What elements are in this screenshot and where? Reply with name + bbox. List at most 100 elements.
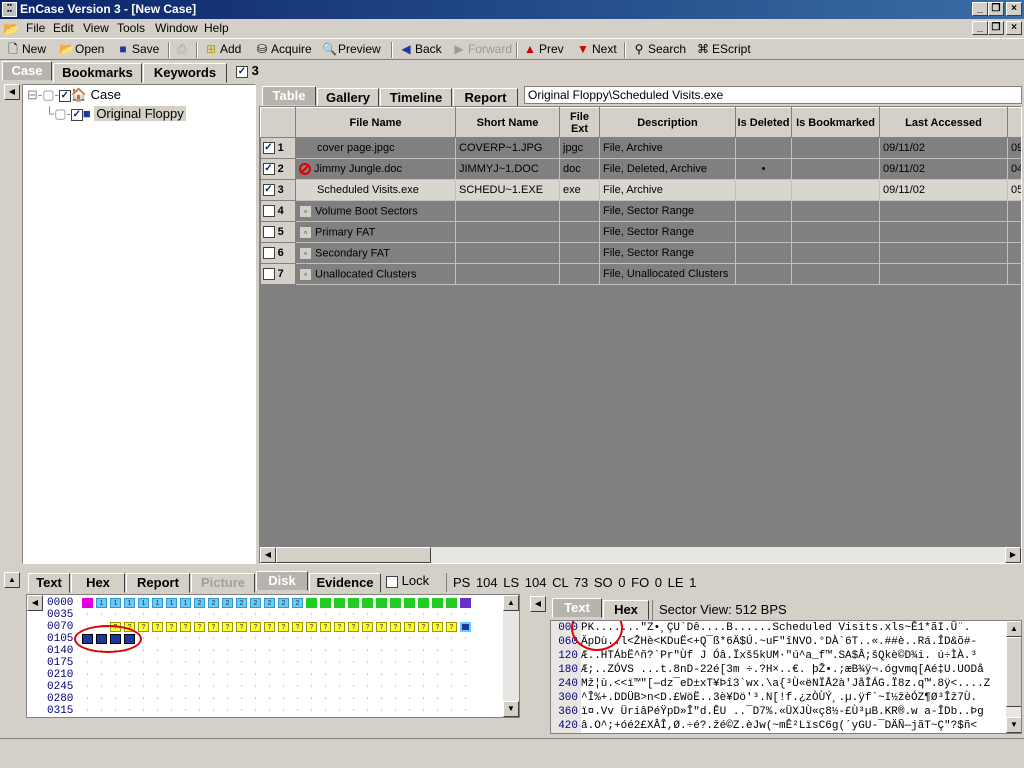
disk-cluster-cell[interactable]: · [278, 694, 289, 704]
menu-file[interactable]: File [26, 21, 45, 35]
disk-cluster-cell[interactable]: · [334, 706, 345, 716]
disk-cluster-cell[interactable] [390, 598, 401, 608]
disk-cluster-cell[interactable]: ? [376, 622, 387, 632]
disk-cluster-cell[interactable]: · [320, 646, 331, 656]
disk-cluster-cell[interactable]: · [292, 682, 303, 692]
disk-cluster-cell[interactable]: · [194, 706, 205, 716]
disk-cluster-cell[interactable]: · [222, 658, 233, 668]
disk-cluster-cell[interactable]: · [138, 694, 149, 704]
disk-cluster-cell[interactable]: ? [390, 622, 401, 632]
disk-cluster-cell[interactable]: 1 [110, 598, 121, 608]
text-v-scrollbar[interactable]: ▲ ▼ [1006, 621, 1021, 733]
disk-cluster-cell[interactable]: · [82, 670, 93, 680]
disk-cluster-cell[interactable]: · [306, 646, 317, 656]
disk-cluster-cell[interactable]: · [446, 634, 457, 644]
checkbox-icon[interactable] [386, 575, 398, 588]
disk-cluster-cell[interactable]: · [208, 610, 219, 620]
disk-cluster-cell[interactable]: · [110, 706, 121, 716]
next-button[interactable]: ▼ Next [576, 42, 617, 56]
disk-cluster-cell[interactable]: · [432, 610, 443, 620]
disk-cluster-cell[interactable]: · [334, 658, 345, 668]
disk-cluster-cell[interactable]: · [292, 634, 303, 644]
disk-cluster-cell[interactable]: 1 [166, 598, 177, 608]
disk-cluster-cell[interactable]: · [334, 610, 345, 620]
checkbox-icon[interactable]: ✓ [262, 184, 275, 197]
checkbox-icon[interactable] [262, 268, 275, 281]
menu-window[interactable]: Window [155, 21, 198, 35]
disk-cluster-cell[interactable]: · [208, 634, 219, 644]
disk-cluster-cell[interactable]: ? [278, 622, 289, 632]
disk-cluster-cell[interactable]: · [348, 706, 359, 716]
disk-cluster-cell[interactable]: · [208, 682, 219, 692]
tab-gallery[interactable]: Gallery [317, 88, 379, 108]
disk-cluster-cell[interactable]: · [152, 682, 163, 692]
text-view-line[interactable]: 420 â.O^;+óé2£XÂÎ,Ø.÷é?.žé©Z.èJw(~mÊ²LïsC… [551, 719, 977, 733]
disk-cluster-cell[interactable]: · [460, 658, 471, 668]
checkbox-icon[interactable]: ✓ [58, 89, 71, 102]
tab-evidence[interactable]: Evidence [309, 573, 381, 593]
disk-cluster-cell[interactable]: 2 [292, 598, 303, 608]
disk-cluster-cell[interactable]: · [264, 682, 275, 692]
disk-cluster-cell[interactable]: · [334, 694, 345, 704]
table-row[interactable]: ✓ 1 cover page.jpgc COVERP~1.JPG jpgc File, … [260, 137, 1021, 159]
text-view-line[interactable]: 120 Æ..HTÁbË^ñ?`Pr"Ùf J Óâ.Ïxš5kUM·"ú^a_f… [551, 649, 977, 663]
disk-cluster-cell[interactable]: · [362, 610, 373, 620]
disk-cluster-cell[interactable]: · [320, 694, 331, 704]
disk-cluster-cell[interactable]: · [418, 610, 429, 620]
disk-cluster-cell[interactable]: · [138, 646, 149, 656]
disk-cluster-cell[interactable]: · [460, 706, 471, 716]
disk-cluster-cell[interactable]: · [82, 658, 93, 668]
disk-cluster-cell[interactable]: · [236, 706, 247, 716]
disk-cluster-cell[interactable]: · [96, 682, 107, 692]
disk-cluster-cell[interactable]: · [138, 610, 149, 620]
disk-cluster-cell[interactable]: 2 [278, 598, 289, 608]
disk-cluster-cell[interactable]: · [306, 706, 317, 716]
disk-cluster-cell[interactable]: 2 [194, 598, 205, 608]
disk-cluster-cell[interactable]: · [166, 682, 177, 692]
maximize-button[interactable]: ❐ [988, 2, 1004, 16]
text-scroll-up-button[interactable]: ▲ [1006, 621, 1021, 637]
disk-cluster-cell[interactable]: · [446, 670, 457, 680]
disk-cluster-cell[interactable]: · [250, 658, 261, 668]
disk-cluster-cell[interactable]: · [334, 682, 345, 692]
disk-cluster-cell[interactable]: · [180, 694, 191, 704]
disk-cluster-cell[interactable]: · [376, 646, 387, 656]
tree-node-case[interactable]: ⊟-▢- ✓ 🏠 Case [27, 87, 121, 103]
disk-cluster-cell[interactable]: · [362, 670, 373, 680]
disk-cluster-cell[interactable]: · [404, 706, 415, 716]
child-close-button[interactable]: × [1006, 21, 1022, 35]
disk-cluster-cell[interactable]: · [194, 670, 205, 680]
disk-cluster-cell[interactable]: · [446, 646, 457, 656]
disk-cluster-cell[interactable]: · [236, 694, 247, 704]
disk-cluster-cell[interactable]: · [180, 658, 191, 668]
disk-cluster-cell[interactable]: 2 [250, 598, 261, 608]
disk-cluster-cell[interactable]: · [418, 670, 429, 680]
disk-cluster-cell[interactable]: 1 [180, 598, 191, 608]
disk-cluster-cell[interactable]: · [362, 634, 373, 644]
disk-cluster-cell[interactable]: · [138, 682, 149, 692]
disk-cluster-cell[interactable]: · [404, 634, 415, 644]
disk-cluster-cell[interactable]: · [138, 658, 149, 668]
disk-cluster-cell[interactable]: 2 [222, 598, 233, 608]
scroll-left-button[interactable]: ◀ [260, 547, 276, 563]
table-row[interactable]: 5 ▫ Primary FAT File, Sector Range [260, 221, 1021, 243]
preview-button[interactable]: 🔍 Preview [322, 42, 381, 56]
disk-cluster-cell[interactable]: ? [292, 622, 303, 632]
disk-cluster-cell[interactable]: · [208, 694, 219, 704]
disk-scroll-up-button[interactable]: ▲ [503, 595, 519, 611]
disk-cluster-cell[interactable]: · [320, 658, 331, 668]
disk-cluster-cell[interactable]: · [432, 706, 443, 716]
tab-hex[interactable]: Hex [71, 573, 125, 593]
disk-cluster-cell[interactable]: · [236, 646, 247, 656]
disk-cluster-cell[interactable]: · [362, 658, 373, 668]
minimize-button[interactable]: _ [972, 2, 988, 16]
disk-cluster-cell[interactable]: ? [166, 622, 177, 632]
row-number-cell[interactable]: ✓ 1 [260, 137, 296, 159]
disk-cluster-cell[interactable]: · [264, 646, 275, 656]
menu-help[interactable]: Help [204, 21, 229, 35]
disk-cluster-cell[interactable]: · [348, 634, 359, 644]
disk-cluster-cell[interactable]: · [404, 646, 415, 656]
tab-bookmarks[interactable]: Bookmarks [53, 63, 142, 83]
disk-cluster-cell[interactable]: · [166, 634, 177, 644]
disk-cluster-cell[interactable]: · [250, 706, 261, 716]
